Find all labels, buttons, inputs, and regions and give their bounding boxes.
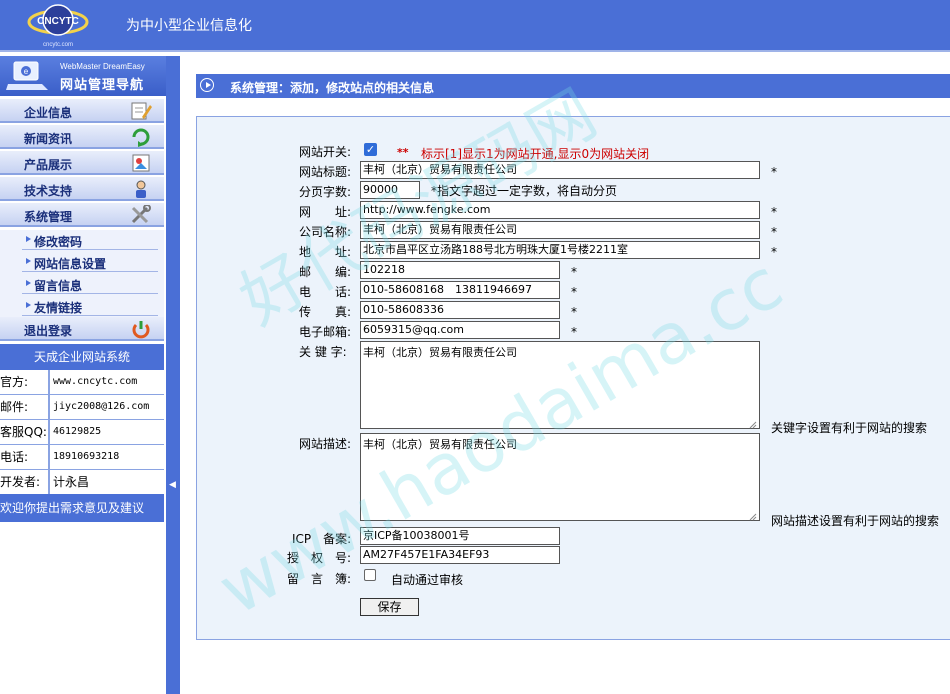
menu-item-label: 产品展示 [24,158,73,172]
info-value: 计永昌 [53,475,90,489]
info-value: jiyc2008@126.com [53,401,150,412]
info-value: www.cncytc.com [53,376,138,387]
submenu-item-label: 网站信息设置 [34,257,107,271]
refresh-arrow-icon [130,127,152,147]
info-key: 客服QQ: [0,420,50,444]
brand-title: 网站管理导航 [60,78,145,93]
phone-input[interactable]: 010-58608168 13811946697 [360,281,560,299]
guestbook-auto-approve-checkbox[interactable] [364,569,376,581]
site-switch-label: 网站开关: [299,145,352,159]
required-star: * [771,245,777,259]
logo-subtext: cncytc.com [43,42,73,48]
site-title-label: 网站标题: [299,165,352,179]
submenu-item-messages[interactable]: 留言信息 [22,274,158,294]
collapse-arrow-icon[interactable]: ◀ [169,480,177,494]
resize-handle-icon[interactable] [749,510,757,521]
menu-item-label: 退出登录 [24,324,73,338]
menu-item-label: 企业信息 [24,106,73,120]
logout-icon [130,319,152,339]
menu-item-company-info[interactable]: 企业信息 [0,99,164,123]
license-input[interactable]: AM27F457E1FA34EF93 [360,546,560,564]
required-star: * [771,165,777,179]
play-circle-icon [200,78,214,92]
user-icon [130,179,152,199]
required-star: * [771,205,777,219]
info-row-phone: 电话: 18910693218 [0,445,164,470]
image-icon [130,153,152,173]
info-key: 官方: [0,370,50,394]
submenu-item-links[interactable]: 友情链接 [22,296,158,316]
logo-text: CNCYTC [37,16,79,27]
required-star: * [571,305,577,319]
menu-item-label: 系统管理 [24,210,73,224]
required-star: * [571,265,577,279]
bullet-icon [26,280,31,286]
required-star: * [771,225,777,239]
email-label: 电子邮箱: [299,325,352,339]
page-title: 系统管理：添加，修改站点的相关信息 [230,81,435,95]
suggestion-banner[interactable]: 欢迎你提出需求意见及建议 [0,494,164,522]
tools-icon [130,204,152,225]
description-label: 网站描述: [299,437,352,451]
bullet-icon [26,302,31,308]
menu-item-tech-support[interactable]: 技术支持 [0,177,164,201]
computer-icon: e [6,58,54,94]
site-switch-checkbox[interactable]: ✓ [364,143,377,156]
info-value: 46129825 [53,426,102,437]
header-slogan: 为中小型企业信息化 [126,17,252,33]
info-row-developer: 开发者: 计永昌 [0,470,164,495]
info-value: 18910693218 [53,451,120,462]
menu-item-products[interactable]: 产品展示 [0,151,164,175]
resize-handle-icon[interactable] [749,418,757,429]
save-button[interactable]: 保存 [360,598,419,616]
submenu-item-site-settings[interactable]: 网站信息设置 [22,252,158,272]
info-key: 电话: [0,445,50,469]
keywords-note: 关键字设置有利于网站的搜索 [771,421,928,435]
submenu-item-label: 友情链接 [34,301,83,315]
menu-item-system[interactable]: 系统管理 [0,203,164,227]
menu-item-label: 新闻资讯 [24,132,73,146]
keywords-label: 关 键 字: [299,345,347,359]
bullet-icon [26,236,31,242]
submenu-item-label: 修改密码 [34,235,83,249]
sidebar-collapse-bar[interactable] [166,56,180,694]
bullet-icon [26,258,31,264]
menu-item-news[interactable]: 新闻资讯 [0,125,164,149]
required-star: * [571,325,577,339]
menu-item-logout[interactable]: 退出登录 [0,317,164,341]
info-key: 邮件: [0,395,50,419]
info-row-email: 邮件: jiyc2008@126.com [0,395,164,420]
edit-icon [130,101,152,121]
fax-input[interactable]: 010-58608336 [360,301,560,319]
guestbook-option-label: 自动通过审核 [391,573,464,587]
svg-text:e: e [24,67,29,76]
menu-item-label: 技术支持 [24,184,73,198]
info-row-qq: 客服QQ: 46129825 [0,420,164,445]
description-note: 网站描述设置有利于网站的搜索 [771,514,940,528]
submenu-item-label: 留言信息 [34,279,83,293]
header-divider [0,50,950,52]
info-row-official: 官方: www.cncytc.com [0,370,164,395]
brand-english: WebMaster DreamEasy [60,62,145,71]
email-input[interactable]: 6059315@qq.com [360,321,560,339]
site-logo: CNCYTC cncytc.com [26,0,90,48]
submenu-item-change-password[interactable]: 修改密码 [22,230,158,250]
system-title: 天成企业网站系统 [0,344,164,370]
required-star: * [571,285,577,299]
info-key: 开发者: [0,470,50,494]
